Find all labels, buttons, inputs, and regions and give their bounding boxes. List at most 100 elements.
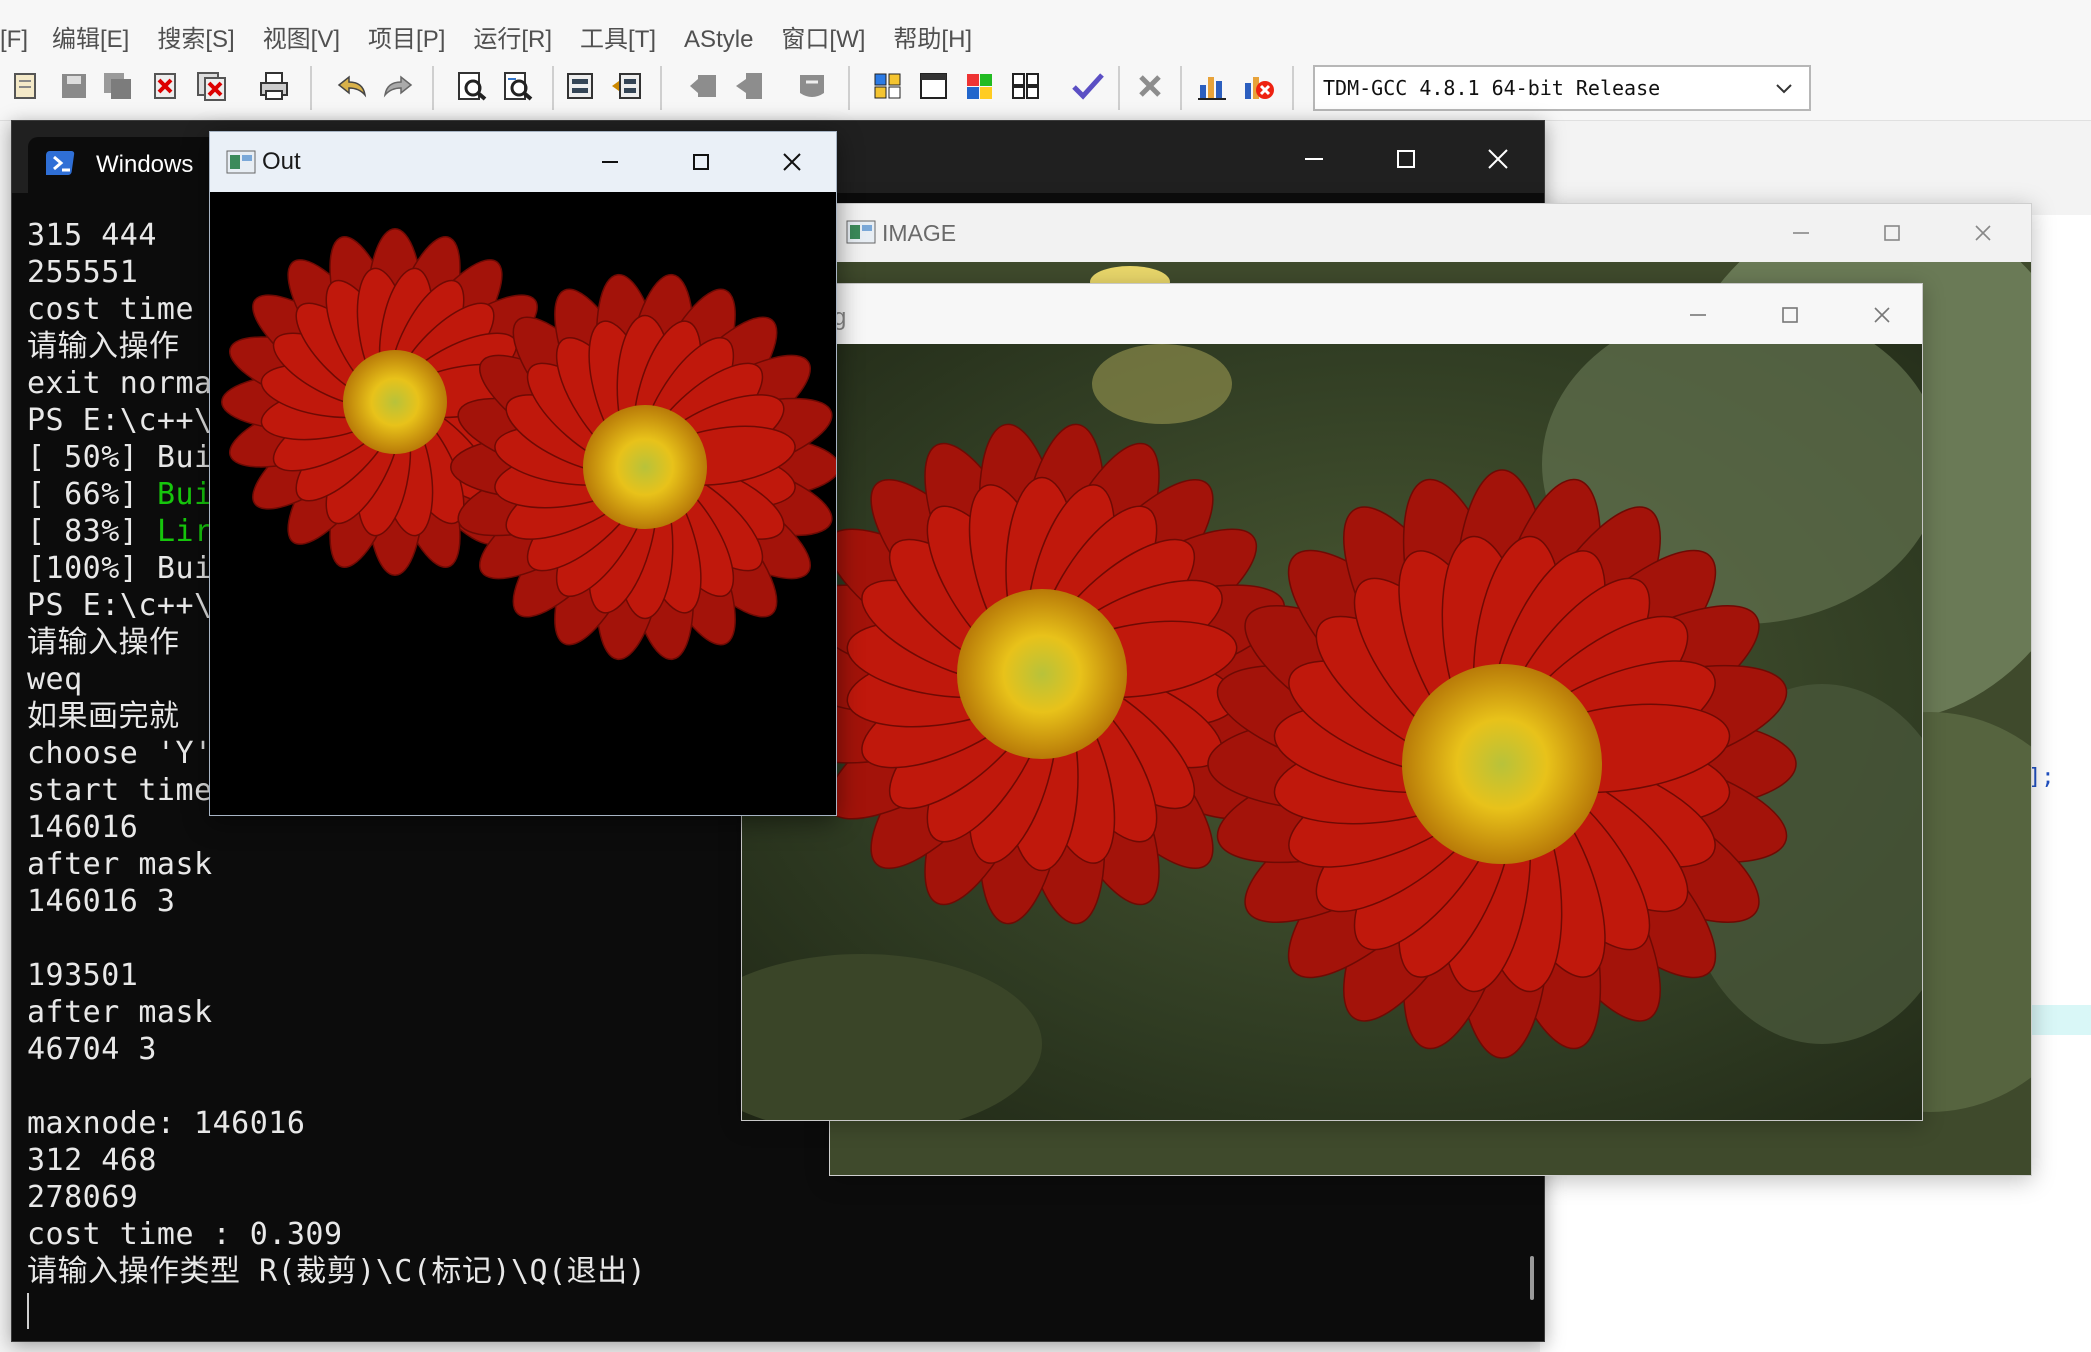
terminal-line-green: Bui	[156, 477, 213, 512]
toolbar-separator	[1292, 66, 1294, 110]
toggle-bookmark-icon[interactable]	[686, 68, 722, 104]
maximize-icon	[693, 154, 709, 170]
original-image-window[interactable]: g	[741, 283, 1923, 1121]
minimize-button[interactable]	[1284, 139, 1344, 179]
toolbar-separator	[432, 66, 434, 110]
stop-icon[interactable]	[1132, 68, 1168, 104]
run-icon[interactable]	[916, 68, 952, 104]
rebuild-icon[interactable]	[1008, 68, 1044, 104]
terminal-line: 278069	[27, 1180, 139, 1215]
terminal-line: 请输入操作类型 R(裁剪)\C(标记)\Q(退出)	[27, 1254, 647, 1289]
opencv-window-icon	[226, 150, 256, 179]
print-icon[interactable]	[256, 68, 292, 104]
menu-run[interactable]: 运行[R]	[473, 19, 552, 54]
maximize-button[interactable]	[1864, 214, 1920, 252]
menu-astyle[interactable]: AStyle	[684, 26, 753, 54]
chevron-down-icon	[1773, 77, 1795, 104]
out-window[interactable]: Out	[209, 131, 837, 816]
save-all-icon[interactable]	[100, 68, 136, 104]
compile-icon[interactable]	[870, 68, 906, 104]
image-window-title: IMAGE	[882, 220, 957, 246]
close-button[interactable]	[1854, 296, 1910, 334]
terminal-scrollbar[interactable]	[1530, 1256, 1534, 1300]
flower-center	[1402, 664, 1602, 864]
terminal-tab-label: Windows	[96, 151, 194, 178]
maximize-button[interactable]	[1376, 139, 1436, 179]
maximize-button[interactable]	[1762, 296, 1818, 334]
close-button[interactable]	[764, 143, 820, 181]
menu-window[interactable]: 窗口[W]	[781, 19, 865, 54]
maximize-icon	[1782, 307, 1798, 323]
redo-icon[interactable]	[380, 68, 416, 104]
undo-icon[interactable]	[334, 68, 370, 104]
compiler-select[interactable]: TDM-GCC 4.8.1 64-bit Release	[1313, 65, 1811, 111]
toolbar-separator	[310, 66, 312, 110]
close-all-icon[interactable]	[194, 68, 230, 104]
toolbar-separator	[848, 66, 850, 110]
toolbar-separator	[1180, 66, 1182, 110]
menu-edit[interactable]: 编辑[E]	[52, 19, 129, 54]
delete-profile-icon[interactable]	[1240, 68, 1276, 104]
terminal-line-prefix: [ 83%]	[27, 514, 157, 549]
original-image-canvas	[742, 344, 1922, 1120]
terminal-line: cost time : 0.309	[27, 1217, 343, 1252]
terminal-tab[interactable]: Windows	[28, 137, 228, 193]
minimize-icon	[1305, 158, 1323, 160]
maximize-button[interactable]	[673, 143, 729, 181]
powershell-icon	[43, 148, 76, 183]
profile-icon[interactable]	[1194, 68, 1230, 104]
menu-help[interactable]: 帮助[H]	[893, 19, 972, 54]
indent-icon[interactable]	[562, 68, 598, 104]
terminal-line-green: Lir	[156, 514, 213, 549]
out-window-title: Out	[262, 148, 301, 175]
compiler-select-value: TDM-GCC 4.8.1 64-bit Release	[1323, 76, 1661, 100]
comment-icon[interactable]	[794, 68, 830, 104]
new-file-icon[interactable]	[8, 68, 44, 104]
toolbar-separator	[1118, 66, 1120, 110]
close-icon	[1874, 307, 1890, 323]
opencv-window-icon	[846, 220, 876, 249]
flower-right	[1207, 469, 1797, 1059]
close-button[interactable]	[1955, 214, 2011, 252]
out-window-titlebar[interactable]: Out	[210, 132, 836, 192]
editor-current-line	[2030, 1005, 2091, 1035]
close-icon	[1975, 225, 1991, 241]
close-icon	[1488, 149, 1508, 169]
compile-run-icon[interactable]	[962, 68, 998, 104]
minimize-icon	[1793, 232, 1809, 234]
minimize-icon	[1690, 314, 1706, 316]
maximize-icon	[1397, 150, 1415, 168]
maximize-icon	[1884, 225, 1900, 241]
toolbar-separator	[660, 66, 662, 110]
menu-view[interactable]: 视图[V]	[263, 19, 340, 54]
chrysanthemum-photo	[742, 344, 1922, 1120]
menu-project[interactable]: 项目[P]	[368, 19, 445, 54]
close-file-icon[interactable]	[148, 68, 184, 104]
flower-center	[343, 350, 447, 454]
terminal-line-prefix: [ 66%]	[27, 477, 157, 512]
find-icon[interactable]	[454, 68, 490, 104]
goto-bookmark-icon[interactable]	[732, 68, 768, 104]
segmented-flowers	[221, 228, 836, 661]
minimize-button[interactable]	[582, 143, 638, 181]
menu-file[interactable]: [F]	[0, 26, 28, 54]
unindent-icon[interactable]	[608, 68, 644, 104]
flower-center	[583, 405, 707, 529]
toolbar-separator	[552, 66, 554, 110]
minimize-button[interactable]	[1773, 214, 1829, 252]
menu-tools[interactable]: 工具[T]	[580, 19, 656, 54]
syntax-check-icon[interactable]	[1070, 68, 1106, 104]
save-icon[interactable]	[56, 68, 92, 104]
close-button[interactable]	[1468, 139, 1528, 179]
minimize-icon	[602, 161, 618, 163]
close-icon	[783, 153, 801, 171]
flower-center	[957, 589, 1127, 759]
original-image-titlebar[interactable]: g	[742, 284, 1922, 344]
replace-icon[interactable]	[500, 68, 536, 104]
ide-menubar: [F] 编辑[E] 搜索[S] 视图[V] 项目[P] 运行[R] 工具[T] …	[0, 0, 2091, 58]
out-image-canvas	[210, 192, 836, 815]
image-window-titlebar[interactable]: IMAGE	[830, 204, 2031, 262]
terminal-cursor	[27, 1293, 29, 1329]
minimize-button[interactable]	[1670, 296, 1726, 334]
menu-search[interactable]: 搜索[S]	[157, 19, 234, 54]
